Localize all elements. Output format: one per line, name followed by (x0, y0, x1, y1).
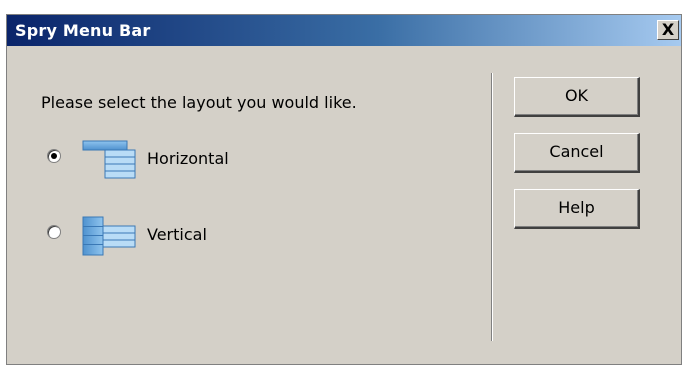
vertical-radio[interactable] (47, 225, 61, 239)
layout-prompt: Please select the layout you would like. (41, 93, 357, 112)
vertical-divider (491, 73, 493, 341)
horizontal-radio[interactable] (47, 149, 61, 163)
vertical-label: Vertical (147, 225, 207, 244)
vertical-layout-icon (82, 216, 136, 256)
help-button[interactable]: Help (514, 189, 640, 229)
radio-selected-dot (51, 153, 57, 159)
title-bar[interactable]: Spry Menu Bar X (7, 15, 681, 46)
window-title: Spry Menu Bar (15, 21, 151, 40)
ok-button[interactable]: OK (514, 77, 640, 117)
horizontal-layout-icon (82, 140, 136, 179)
horizontal-label: Horizontal (147, 149, 229, 168)
cancel-button[interactable]: Cancel (514, 133, 640, 173)
close-icon: X (661, 20, 675, 39)
spry-menu-bar-dialog: Spry Menu Bar X Please select the layout… (6, 14, 682, 365)
close-button[interactable]: X (657, 20, 679, 40)
